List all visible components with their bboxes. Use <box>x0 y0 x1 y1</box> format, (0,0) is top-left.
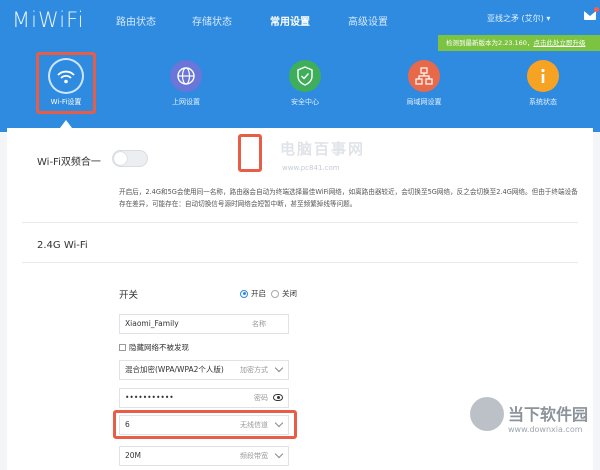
switch-label: 开关 <box>119 290 139 301</box>
highlight-box-watermark <box>238 134 262 172</box>
ssid-input[interactable]: Xiaomi_Family 名称 <box>119 314 289 334</box>
watermark-site-name: 当下软件园 <box>508 405 589 424</box>
active-tile-pointer <box>60 120 72 128</box>
encryption-value: 混合加密(WPA/WPA2个人版) <box>125 365 224 374</box>
tile-label: 局域网设置 <box>406 98 442 106</box>
password-input[interactable]: ••••••••••• 密码 <box>119 388 289 408</box>
watermark-site-url: www.downxia.com <box>508 425 583 434</box>
encryption-hint: 加密方式 <box>240 366 268 374</box>
radio-off[interactable] <box>271 289 279 298</box>
watermark-text: 电脑百事网 <box>280 140 366 158</box>
bandwidth-value: 20M <box>125 451 142 460</box>
hide-network-row: 隐藏网络不被发现 <box>119 342 189 353</box>
tile-system-status[interactable]: 系统状态 <box>515 60 571 110</box>
hide-network-checkbox[interactable] <box>119 344 126 351</box>
notification-dot <box>594 7 599 12</box>
top-header: MiWiFi 路由状态 存储状态 常用设置 高级设置 亚线之矛 (艾尔) ▾ 检… <box>0 0 600 132</box>
switch-radio-group: 开启 关闭 <box>240 288 297 299</box>
nav-advanced-settings[interactable]: 高级设置 <box>348 13 388 28</box>
tile-label: 系统状态 <box>529 98 557 106</box>
nav-common-settings[interactable]: 常用设置 <box>270 13 310 28</box>
radio-on[interactable] <box>240 289 248 298</box>
divider <box>22 222 578 223</box>
site-watermark: 当下软件园 www.downxia.com <box>470 395 590 455</box>
chevron-down-icon <box>274 363 284 373</box>
highlight-box-wifi <box>36 52 96 114</box>
downxia-logo-icon <box>470 397 504 431</box>
bandwidth-hint: 频段带宽 <box>240 452 268 460</box>
info-icon <box>527 60 559 92</box>
ssid-value: Xiaomi_Family <box>125 319 179 328</box>
network-icon <box>408 60 440 92</box>
password-hint: 密码 <box>254 394 268 402</box>
bandwidth-select[interactable]: 20M 频段带宽 <box>119 446 289 466</box>
dual-band-description: 开启后，2.4G和5G会使用同一名称，路由器会自动为终端选择最佳WiFi网络，如… <box>119 188 578 208</box>
tile-lan-settings[interactable]: 局域网设置 <box>396 60 452 110</box>
radio-on-label: 开启 <box>251 289 266 298</box>
dual-band-toggle[interactable] <box>112 150 148 167</box>
miwifi-logo[interactable]: MiWiFi <box>12 8 84 32</box>
password-value: ••••••••••• <box>125 393 174 402</box>
divider <box>22 262 578 263</box>
encryption-select[interactable]: 混合加密(WPA/WPA2个人版) 加密方式 <box>119 360 289 380</box>
radio-off-label: 关闭 <box>282 289 297 298</box>
wifi24-section-title: 2.4G Wi-Fi <box>37 240 88 251</box>
chevron-down-icon <box>274 449 284 459</box>
tile-label: 上网设置 <box>172 98 200 106</box>
user-menu[interactable]: 亚线之矛 (艾尔) ▾ <box>487 13 550 24</box>
shield-icon <box>289 60 321 92</box>
mail-icon[interactable] <box>584 11 596 20</box>
hide-network-label: 隐藏网络不被发现 <box>129 343 189 352</box>
eye-icon[interactable] <box>273 394 283 401</box>
update-text: 检测到最新版本为2.23.160， <box>446 39 534 47</box>
ssid-hint: 名称 <box>252 320 266 328</box>
toggle-knob <box>114 152 127 165</box>
nav-router-status[interactable]: 路由状态 <box>116 13 156 28</box>
upgrade-link[interactable]: 点击此处立即升级 <box>533 39 585 47</box>
watermark-url: www.pc841.com <box>282 164 340 172</box>
tile-label: 安全中心 <box>291 98 319 106</box>
tile-security-center[interactable]: 安全中心 <box>277 60 333 110</box>
highlight-box-channel <box>113 410 297 439</box>
update-banner: 检测到最新版本为2.23.160，点击此处立即升级 <box>438 35 600 51</box>
dual-band-title: Wi-Fi双频合一 <box>37 157 101 168</box>
nav-storage-status[interactable]: 存储状态 <box>192 13 232 28</box>
globe-icon <box>170 60 202 92</box>
tile-internet-settings[interactable]: 上网设置 <box>158 60 214 110</box>
